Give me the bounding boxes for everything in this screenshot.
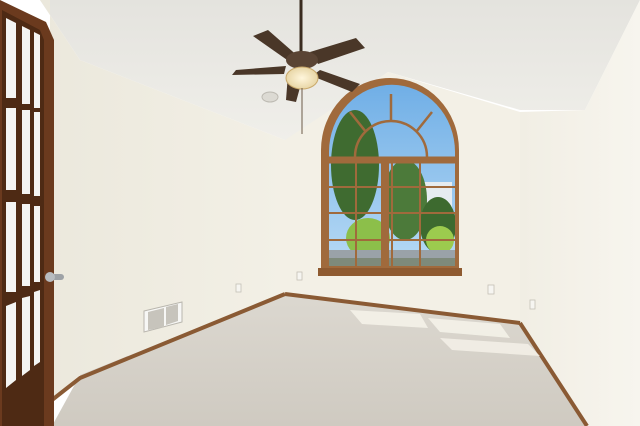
room-photo (0, 0, 640, 426)
fan-light-bowl (285, 66, 319, 90)
wall-outlet (296, 271, 303, 281)
wall-outlet (235, 283, 242, 293)
wall-outlet (487, 284, 495, 295)
ceiling-vent (261, 91, 279, 103)
fan-motor-housing (286, 51, 318, 69)
door-knob-plate (45, 272, 55, 282)
wall-outlet (529, 299, 536, 310)
french-door (0, 0, 54, 426)
window-sill (318, 268, 462, 276)
